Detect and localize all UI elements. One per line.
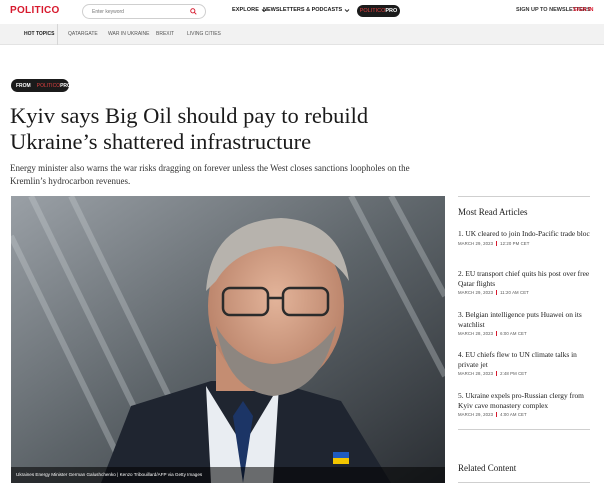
badge-pro: PRO bbox=[60, 82, 71, 89]
article-time: 12:20 PM CET bbox=[500, 240, 530, 246]
article-date: MARCH 28, 2023 bbox=[458, 331, 494, 336]
explore-label: EXPLORE bbox=[232, 7, 259, 13]
most-read-meta: MARCH 29, 2023 12:20 PM CET bbox=[458, 240, 592, 246]
topic-link[interactable]: LIVING CITIES bbox=[187, 31, 221, 37]
article-dek: Energy minister also warns the war risks… bbox=[10, 163, 410, 186]
topic-link[interactable]: QATARGATE bbox=[68, 31, 98, 37]
most-read-item[interactable]: 5. Ukraine expels pro-Russian clergy fro… bbox=[458, 391, 592, 417]
chevron-down-icon bbox=[344, 8, 350, 12]
hot-topics-bar: HOT TOPICS QATARGATE WAR IN UKRAINE BREX… bbox=[0, 24, 604, 45]
search-icon[interactable] bbox=[190, 8, 197, 15]
from-politico-pro-badge[interactable]: FROM POLITICO PRO bbox=[11, 79, 71, 92]
signin-link[interactable]: SIGN IN bbox=[573, 7, 593, 13]
portrait-illustration bbox=[11, 196, 445, 483]
topic-link[interactable]: BREXIT bbox=[156, 31, 174, 37]
most-read-item[interactable]: 1. UK cleared to join Indo-Pacific trade… bbox=[458, 229, 592, 246]
related-content-title: Related Content bbox=[458, 463, 517, 473]
most-read-headline[interactable]: 5. Ukraine expels pro-Russian clergy fro… bbox=[458, 391, 592, 410]
divider bbox=[57, 24, 58, 45]
most-read-headline[interactable]: 1. UK cleared to join Indo-Pacific trade… bbox=[458, 229, 592, 239]
divider bbox=[458, 482, 590, 483]
most-read-item[interactable]: 2. EU transport chief quits his post ove… bbox=[458, 269, 592, 295]
divider bbox=[496, 412, 498, 417]
article-time: 4:00 AM CET bbox=[500, 412, 527, 417]
most-read-item[interactable]: 3. Belgian intelligence puts Huawei on i… bbox=[458, 310, 592, 336]
divider bbox=[496, 371, 498, 376]
article-time: 11:20 AM CET bbox=[500, 290, 529, 295]
article-time: 6:00 AM CET bbox=[500, 331, 527, 336]
divider bbox=[496, 331, 498, 336]
most-read-headline[interactable]: 4. EU chiefs flew to UN climate talks in… bbox=[458, 350, 592, 369]
most-read-meta: MARCH 28, 2023 2:48 PM CET bbox=[458, 371, 592, 376]
article-photo: Ukraines Energy Minister German Galushch… bbox=[11, 196, 445, 483]
site-header: POLITICO EXPLORE NEWSLETTERS & PODCASTS … bbox=[0, 0, 604, 24]
photo-caption: Ukraines Energy Minister German Galushch… bbox=[11, 467, 445, 483]
divider bbox=[496, 290, 498, 295]
divider bbox=[496, 240, 498, 246]
badge-from: FROM bbox=[16, 82, 31, 89]
badge-politico: POLITICO bbox=[36, 82, 61, 89]
article-date: MARCH 29, 2023 bbox=[458, 240, 494, 246]
article-headline: Kyiv says Big Oil should pay to rebuild … bbox=[10, 103, 369, 154]
most-read-meta: MARCH 29, 2023 11:20 AM CET bbox=[458, 290, 592, 295]
topic-link[interactable]: WAR IN UKRAINE bbox=[108, 31, 149, 37]
divider bbox=[458, 429, 590, 430]
most-read-headline[interactable]: 3. Belgian intelligence puts Huawei on i… bbox=[458, 310, 592, 329]
article-date: MARCH 28, 2023 bbox=[458, 371, 494, 376]
most-read-headline[interactable]: 2. EU transport chief quits his post ove… bbox=[458, 269, 592, 288]
search-box[interactable] bbox=[82, 4, 206, 19]
newsletters-podcasts-menu[interactable]: NEWSLETTERS & PODCASTS bbox=[263, 7, 350, 13]
explore-menu[interactable]: EXPLORE bbox=[232, 7, 267, 13]
most-read-item[interactable]: 4. EU chiefs flew to UN climate talks in… bbox=[458, 350, 592, 376]
politico-logo[interactable]: POLITICO bbox=[10, 5, 60, 16]
most-read-meta: MARCH 28, 2023 6:00 AM CET bbox=[458, 331, 592, 336]
most-read-title: Most Read Articles bbox=[458, 207, 528, 217]
pro-pill-politico: POLITICO bbox=[359, 8, 386, 14]
hot-topics-label: HOT TOPICS bbox=[24, 31, 55, 37]
article-time: 2:48 PM CET bbox=[500, 371, 527, 376]
search-input[interactable] bbox=[92, 7, 184, 17]
article-date: MARCH 29, 2023 bbox=[458, 290, 494, 295]
politico-pro-button[interactable]: POLITICO PRO bbox=[357, 5, 400, 17]
pro-pill-pro: PRO bbox=[385, 8, 398, 14]
article-date: MARCH 29, 2023 bbox=[458, 412, 494, 417]
newsletters-podcasts-label: NEWSLETTERS & PODCASTS bbox=[263, 7, 343, 13]
divider bbox=[458, 196, 590, 197]
most-read-meta: MARCH 29, 2023 4:00 AM CET bbox=[458, 412, 592, 417]
